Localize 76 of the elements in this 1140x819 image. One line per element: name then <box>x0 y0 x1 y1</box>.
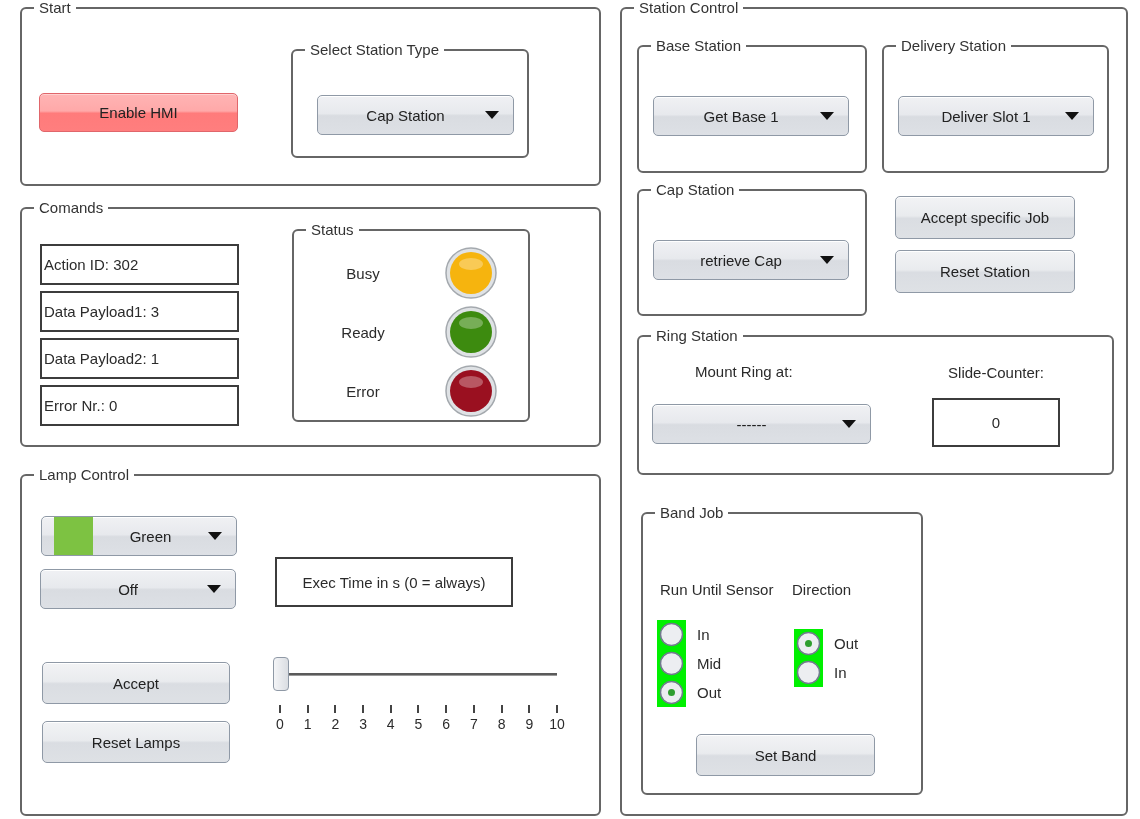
tick-mark-icon <box>528 705 531 713</box>
caret-down-icon <box>485 111 499 119</box>
slider-thumb[interactable] <box>273 657 289 691</box>
radio-label: Out <box>697 684 722 701</box>
tick-label: 0 <box>275 716 284 732</box>
tick-label: 9 <box>525 716 534 732</box>
tick-mark-icon <box>445 705 448 713</box>
slide-counter-label: Slide-Counter: <box>948 365 1044 381</box>
tick-mark-icon <box>472 705 475 713</box>
station-action-dropdown[interactable]: Get Base 1 <box>653 96 849 136</box>
radio-button[interactable] <box>657 678 686 707</box>
tick-mark-icon <box>500 705 503 713</box>
caret-down-icon <box>820 112 834 120</box>
reset-station-button[interactable]: Reset Station <box>895 250 1075 293</box>
lamp-mode-dropdown[interactable]: Off <box>40 569 236 609</box>
panel-title: Ring Station <box>655 328 739 344</box>
counter-display: 0 <box>932 398 1060 447</box>
accept-job-button[interactable]: Accept specific Job <box>895 196 1075 239</box>
status-label: Busy <box>346 264 380 282</box>
readout-label: Data Payload1: 3 <box>40 291 239 332</box>
panel-title: Cap Station <box>655 182 736 198</box>
mount-ring-dropdown[interactable]: ------ <box>652 404 871 444</box>
panel-title: Band Job <box>659 505 725 521</box>
panel-title: Station Control <box>638 0 740 16</box>
tick-mark-icon <box>389 705 392 713</box>
radio-button[interactable] <box>794 629 823 658</box>
tick-label: 10 <box>549 716 565 732</box>
tick-mark-icon <box>362 705 365 713</box>
panel-title: Select Station Type <box>309 42 440 58</box>
panel-title: Comands <box>38 200 105 216</box>
readout-label: Data Payload2: 1 <box>40 338 239 379</box>
radio-label: Mid <box>697 655 722 672</box>
mount-ring-label: Mount Ring at: <box>695 364 793 380</box>
tick-label: 4 <box>386 716 395 732</box>
radio-group-heading: Direction <box>792 582 852 598</box>
reset-lamps-button[interactable]: Reset Lamps <box>42 721 230 763</box>
panel-title: Status <box>310 222 355 238</box>
caret-down-icon <box>207 585 221 593</box>
exec-time-label: Exec Time in s (0 = always) <box>275 557 513 607</box>
panel-title: Lamp Control <box>38 467 131 483</box>
radio-button[interactable] <box>657 620 686 649</box>
panel-title: Delivery Station <box>900 38 1008 54</box>
station-action-dropdown[interactable]: retrieve Cap <box>653 240 849 280</box>
tick-mark-icon <box>306 705 309 713</box>
tick-label: 2 <box>331 716 340 732</box>
panel-title: Start <box>38 0 72 16</box>
status-label: Ready <box>341 323 385 341</box>
set-band-button[interactable]: Set Band <box>696 734 875 776</box>
tick-label: 5 <box>414 716 423 732</box>
caret-down-icon <box>842 420 856 428</box>
lamp-color-dropdown[interactable]: Green <box>41 516 237 556</box>
caret-down-icon <box>1065 112 1079 120</box>
tick-label: 7 <box>470 716 478 732</box>
station-action-dropdown[interactable]: Deliver Slot 1 <box>898 96 1094 136</box>
caret-down-icon <box>208 532 222 540</box>
panel-title: Base Station <box>655 38 743 54</box>
tick-label: 1 <box>303 716 312 732</box>
radio-button[interactable] <box>794 658 823 687</box>
caret-down-icon <box>820 256 834 264</box>
tick-label: 6 <box>442 716 451 732</box>
tick-mark-icon <box>556 705 559 713</box>
enable-hmi-button[interactable]: Enable HMI <box>39 93 238 132</box>
tick-label: 8 <box>497 716 506 732</box>
status-label: Error <box>346 382 380 400</box>
radio-label: In <box>697 626 710 643</box>
tick-mark-icon <box>334 705 337 713</box>
tick-label: 3 <box>359 716 367 732</box>
readout-label: Error Nr.: 0 <box>40 385 239 426</box>
station-type-dropdown[interactable]: Cap Station <box>317 95 514 135</box>
radio-label: In <box>834 664 847 681</box>
tick-mark-icon <box>278 705 281 713</box>
tick-mark-icon <box>417 705 420 713</box>
radio-label: Out <box>834 635 859 652</box>
readout-label: Action ID: 302 <box>40 244 239 285</box>
accept-button[interactable]: Accept <box>42 662 230 704</box>
radio-group-heading: Run Until Sensor <box>660 582 774 598</box>
